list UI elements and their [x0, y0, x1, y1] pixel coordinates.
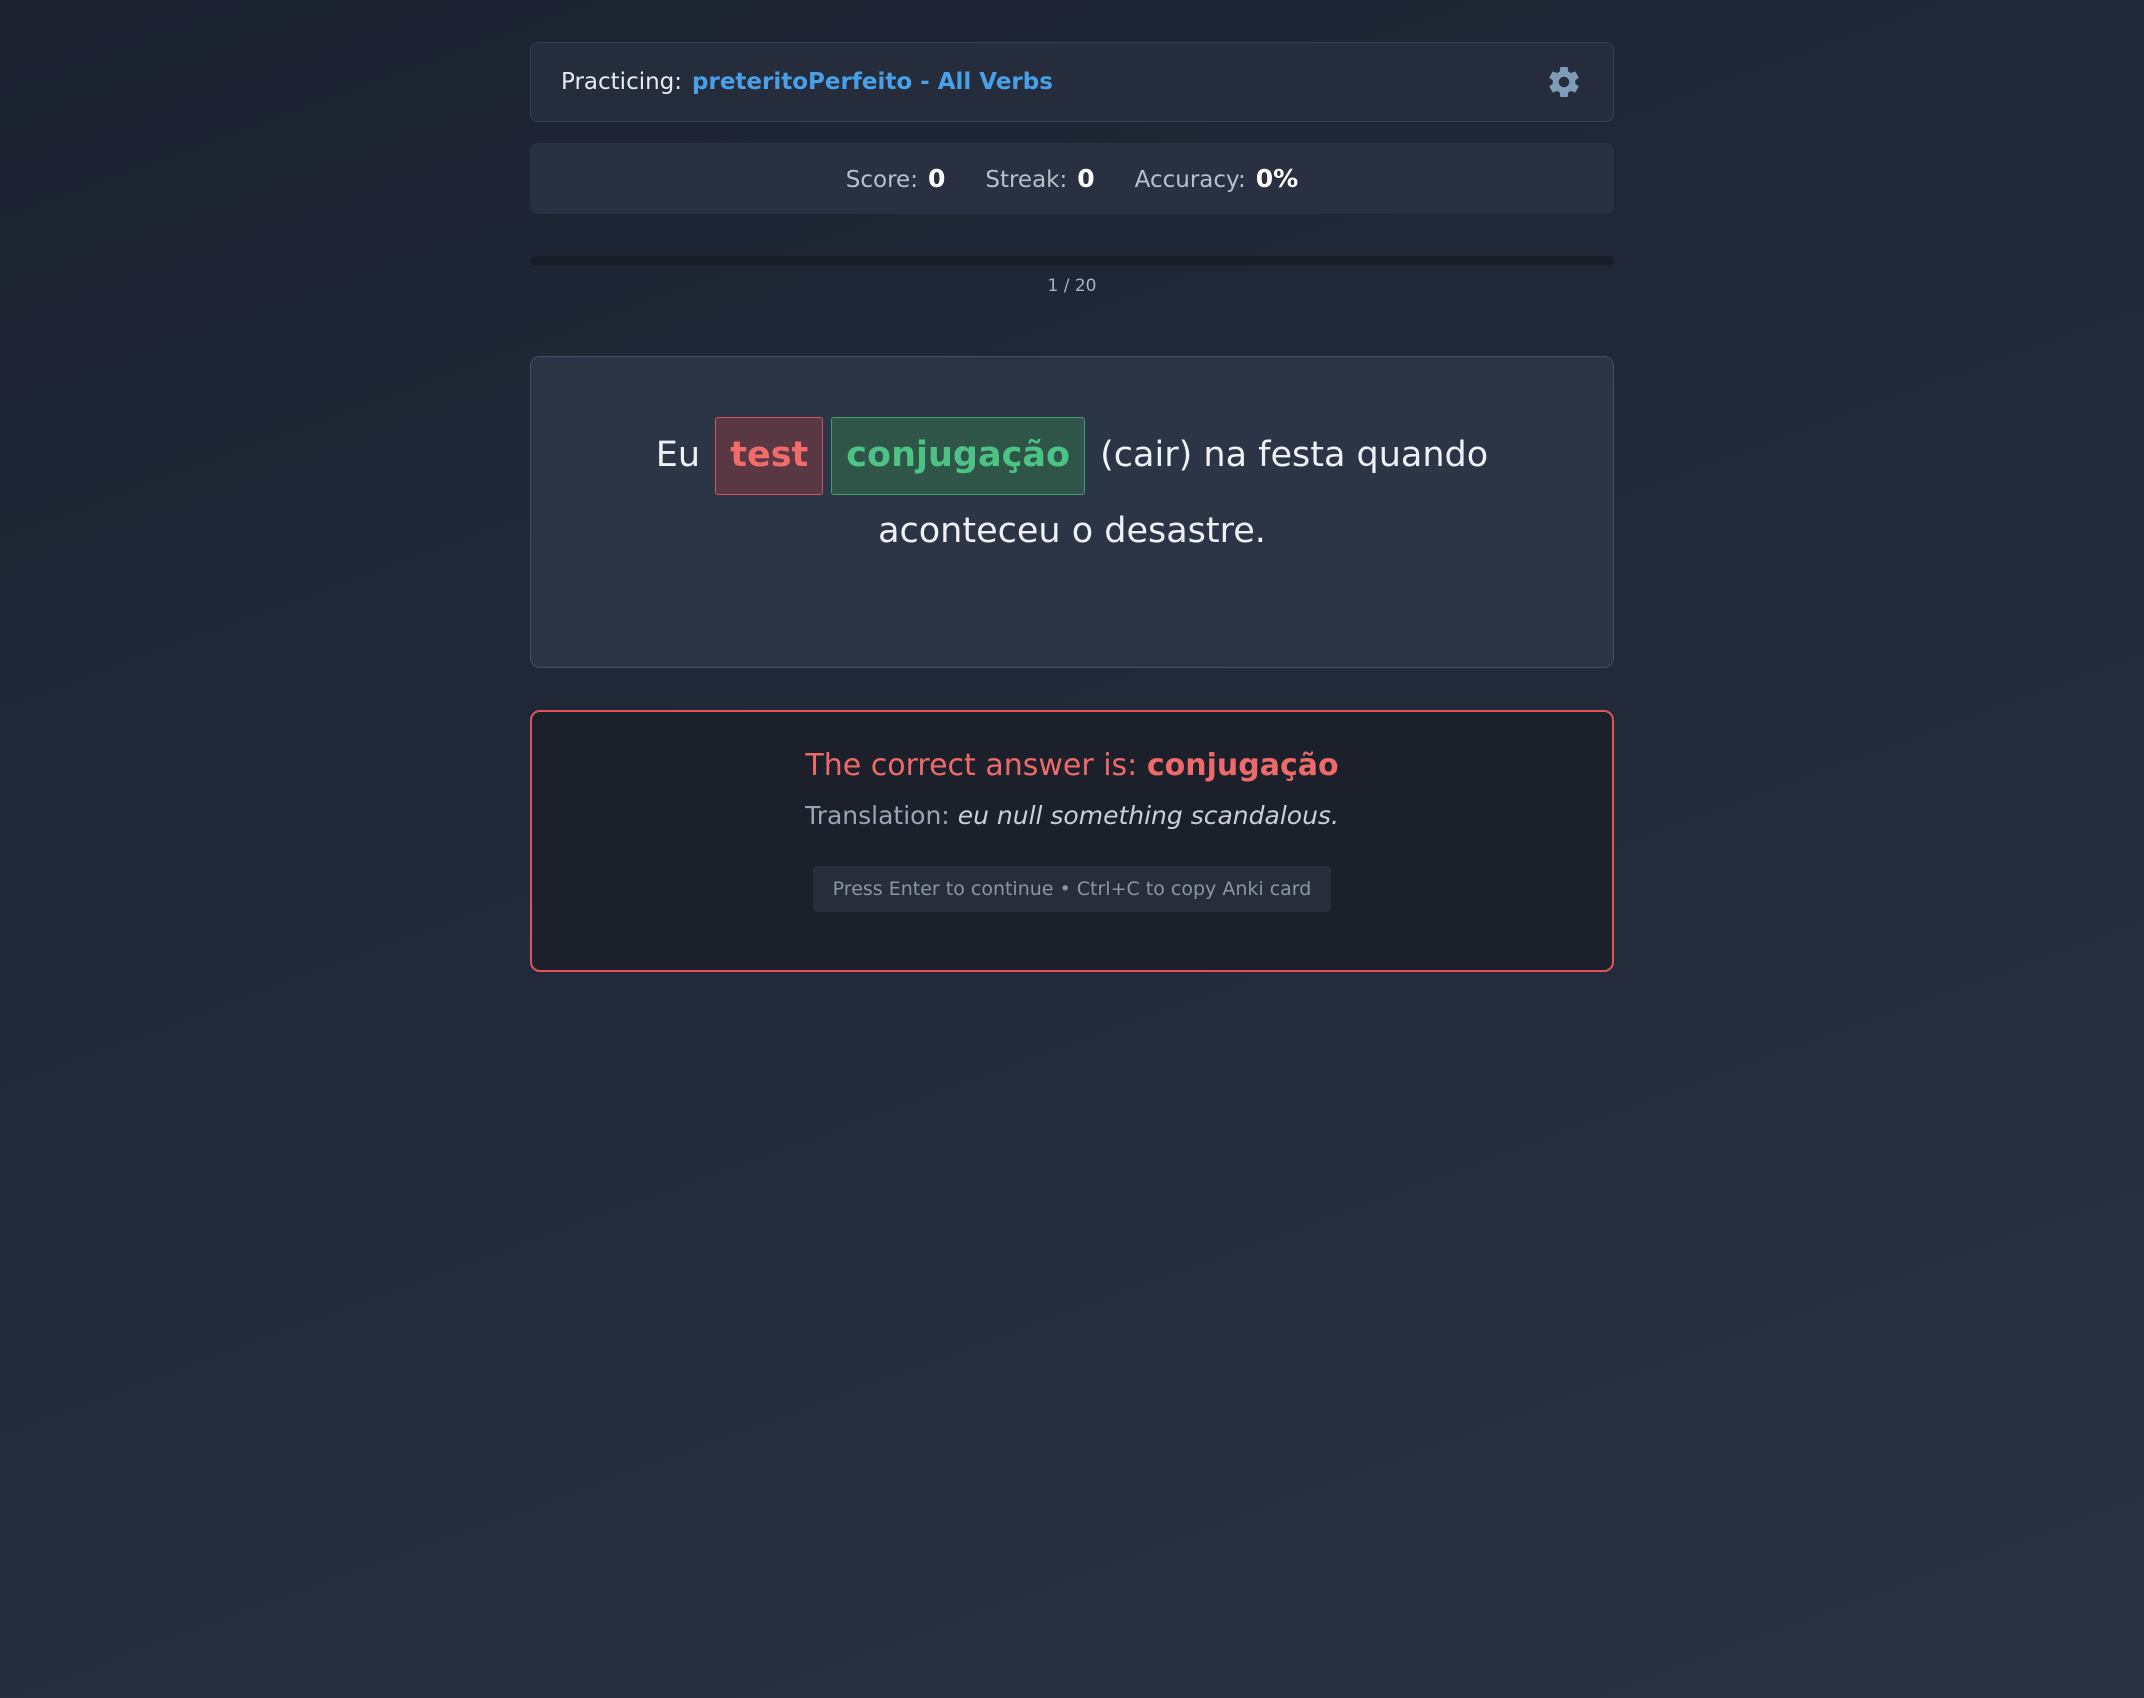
user-answer-chip: test: [715, 417, 824, 495]
progress-text: 1 / 20: [1047, 276, 1097, 296]
practicing-label: Practicing:: [561, 69, 683, 95]
feedback-card: The correct answer is: conjugação Transl…: [530, 710, 1614, 972]
accuracy-label: Accuracy:: [1134, 167, 1246, 193]
settings-button[interactable]: [1545, 63, 1583, 101]
translation-value: eu null something scandalous.: [957, 801, 1339, 830]
translation-line: Translation: eu null something scandalou…: [532, 801, 1612, 830]
streak-stat: Streak: 0: [985, 164, 1094, 193]
correct-answer-value: conjugação: [1146, 748, 1339, 783]
practice-header: Practicing: preteritoPerfeito - All Verb…: [530, 42, 1614, 122]
score-value: 0: [927, 164, 946, 193]
score-label: Score:: [845, 167, 918, 193]
accuracy-stat: Accuracy: 0%: [1135, 164, 1299, 193]
practicing-mode: preteritoPerfeito - All Verbs: [692, 69, 1053, 95]
sentence-prefix: Eu: [655, 435, 701, 475]
correct-answer-line: The correct answer is: conjugação: [532, 748, 1612, 783]
keyboard-hint: Press Enter to continue • Ctrl+C to copy…: [812, 866, 1332, 912]
correct-answer-label: The correct answer is:: [805, 748, 1138, 783]
gear-icon: [1549, 67, 1579, 97]
translation-label: Translation:: [805, 801, 950, 830]
score-stat: Score: 0: [846, 164, 946, 193]
streak-value: 0: [1077, 164, 1095, 193]
correct-answer-chip: conjugação: [831, 417, 1085, 495]
accuracy-value: 0%: [1255, 164, 1299, 193]
stats-bar: Score: 0 Streak: 0 Accuracy: 0%: [530, 143, 1614, 214]
streak-label: Streak:: [985, 167, 1068, 193]
app-container: Practicing: preteritoPerfeito - All Verb…: [530, 42, 1614, 972]
progress-bar: [530, 256, 1614, 265]
question-card: Eu test conjugação (cair) na festa quando…: [530, 356, 1614, 668]
